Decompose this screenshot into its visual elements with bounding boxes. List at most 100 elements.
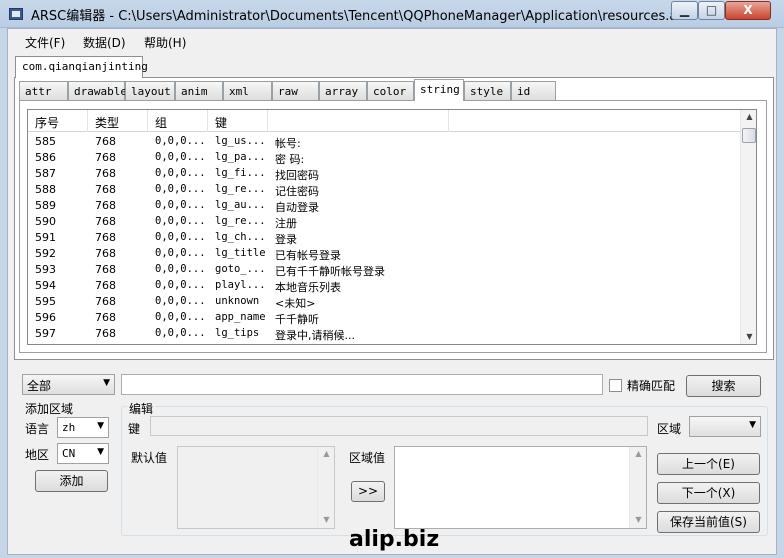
row-type: 768 xyxy=(95,231,116,244)
tab-drawable[interactable]: drawable xyxy=(68,81,127,100)
row-value: 注册 xyxy=(275,217,297,230)
col-value-header xyxy=(268,110,449,132)
tab-id[interactable]: id xyxy=(511,81,556,100)
search-scope-select[interactable]: 全部 ▼ xyxy=(22,374,115,395)
dropdown-arrow-icon: ▼ xyxy=(97,447,104,457)
row-group: 0,0,0... xyxy=(155,247,206,259)
table-row[interactable]: 594 768 0,0,0... playl... 本地音乐列表 xyxy=(28,278,740,294)
row-type: 768 xyxy=(95,199,116,212)
scroll-up-icon[interactable]: ▲ xyxy=(318,447,335,461)
row-value: <未知> xyxy=(275,297,316,310)
dropdown-arrow-icon: ▼ xyxy=(103,378,110,388)
language-select[interactable]: zh ▼ xyxy=(57,417,109,438)
table-row[interactable]: 597 768 0,0,0... lg_tips 登录中,请稍候... xyxy=(28,326,740,342)
add-button[interactable]: 添加 xyxy=(35,470,108,492)
row-value: 密 码: xyxy=(275,153,305,166)
tab-string[interactable]: string xyxy=(414,79,464,101)
close-button[interactable]: X xyxy=(725,1,771,20)
tab-color[interactable]: color xyxy=(367,81,414,100)
row-key: lg_tips xyxy=(215,327,260,339)
tab-package[interactable]: com.qianqianjinting xyxy=(15,56,148,78)
menu-help[interactable]: 帮助(H) xyxy=(144,34,186,51)
tab-array[interactable]: array xyxy=(319,81,367,100)
tab-xml[interactable]: xml xyxy=(223,81,272,100)
table-row[interactable]: 598 768 0,0,0... lg_... 正在进入程序... xyxy=(28,342,740,344)
row-type: 768 xyxy=(95,295,116,308)
add-region-title: 添加区域 xyxy=(25,402,74,416)
table-row[interactable]: 589 768 0,0,0... lg_au... 自动登录 xyxy=(28,198,740,214)
prev-button[interactable]: 上一个(E) xyxy=(657,453,760,475)
scroll-up-icon[interactable]: ▲ xyxy=(630,447,647,461)
key-field[interactable] xyxy=(150,416,648,436)
row-index: 591 xyxy=(35,231,56,244)
row-type: 768 xyxy=(95,151,116,164)
row-type: 768 xyxy=(95,279,116,292)
default-value-scrollbar[interactable]: ▲ ▼ xyxy=(317,447,334,528)
row-type: 768 xyxy=(95,167,116,180)
string-list[interactable]: 序号 类型 组 键 585 768 0,0,0... lg_us... 帐号: 586 76… xyxy=(27,109,757,345)
region-value-scrollbar[interactable]: ▲ ▼ xyxy=(629,447,646,528)
col-group-header[interactable]: 组 xyxy=(148,110,208,132)
row-type: 768 xyxy=(95,135,116,148)
row-type: 768 xyxy=(95,215,116,228)
row-value: 登录中,请稍候... xyxy=(275,329,355,342)
tab-layout[interactable]: layout xyxy=(125,81,175,100)
tab-attr[interactable]: attr xyxy=(19,81,68,100)
row-type: 768 xyxy=(95,247,116,260)
menu-file[interactable]: 文件(F) xyxy=(25,34,65,51)
table-row[interactable]: 586 768 0,0,0... lg_pa... 密 码: xyxy=(28,150,740,166)
row-group: 0,0,0... xyxy=(155,135,206,147)
language-value: zh xyxy=(62,421,76,434)
row-type: 768 xyxy=(95,183,116,196)
tab-raw[interactable]: raw xyxy=(272,81,319,100)
row-key: lg_au... xyxy=(215,199,266,211)
col-key-header[interactable]: 键 xyxy=(208,110,268,132)
row-value: 正在进入程序... xyxy=(275,343,352,344)
watermark-text: alip.biz xyxy=(349,527,440,552)
minimize-button[interactable]: ▁ xyxy=(671,1,698,20)
row-index: 589 xyxy=(35,199,56,212)
window-title: ARSC编辑器 - C:\Users\Administrator\Documen… xyxy=(31,9,697,24)
edit-region-select[interactable]: ▼ xyxy=(689,416,761,437)
row-key: playl... xyxy=(215,279,266,291)
scroll-thumb[interactable] xyxy=(742,128,756,143)
search-button[interactable]: 搜索 xyxy=(686,375,761,397)
scroll-down-icon[interactable]: ▼ xyxy=(630,513,647,527)
table-row[interactable]: 593 768 0,0,0... goto_... 已有千千静听帐号登录 xyxy=(28,262,740,278)
row-group: 0,0,0... xyxy=(155,167,206,179)
row-index: 588 xyxy=(35,183,56,196)
save-button[interactable]: 保存当前值(S) xyxy=(657,511,760,533)
tab-anim[interactable]: anim xyxy=(175,81,223,100)
region-value-field[interactable]: ▲ ▼ xyxy=(394,446,647,529)
row-key: lg_us... xyxy=(215,135,266,147)
tab-style[interactable]: style xyxy=(464,81,511,100)
row-value: 登录 xyxy=(275,233,297,246)
table-row[interactable]: 595 768 0,0,0... unknown <未知> xyxy=(28,294,740,310)
row-group: 0,0,0... xyxy=(155,327,206,339)
scroll-down-icon[interactable]: ▼ xyxy=(318,513,335,527)
list-scrollbar[interactable]: ▲ ▼ xyxy=(740,110,756,344)
table-row[interactable]: 585 768 0,0,0... lg_us... 帐号: xyxy=(28,134,740,150)
maximize-button[interactable]: □ xyxy=(698,1,725,20)
table-row[interactable]: 596 768 0,0,0... app_name 千千静听 xyxy=(28,310,740,326)
row-index: 592 xyxy=(35,247,56,260)
row-key: app_name xyxy=(215,311,266,323)
row-value: 自动登录 xyxy=(275,201,319,214)
col-index-header[interactable]: 序号 xyxy=(28,110,88,132)
table-row[interactable]: 591 768 0,0,0... lg_ch... 登录 xyxy=(28,230,740,246)
menu-data[interactable]: 数据(D) xyxy=(83,34,126,51)
copy-to-region-button[interactable]: >> xyxy=(351,481,385,502)
next-button[interactable]: 下一个(X) xyxy=(657,482,760,504)
row-group: 0,0,0... xyxy=(155,343,206,344)
table-row[interactable]: 587 768 0,0,0... lg_fi... 找回密码 xyxy=(28,166,740,182)
default-value-field[interactable]: ▲ ▼ xyxy=(177,446,335,529)
col-type-header[interactable]: 类型 xyxy=(88,110,148,132)
table-row[interactable]: 588 768 0,0,0... lg_re... 记住密码 xyxy=(28,182,740,198)
region-select[interactable]: CN ▼ xyxy=(57,443,109,464)
table-row[interactable]: 590 768 0,0,0... lg_re... 注册 xyxy=(28,214,740,230)
table-row[interactable]: 592 768 0,0,0... lg_title 已有帐号登录 xyxy=(28,246,740,262)
scroll-down-icon[interactable]: ▼ xyxy=(741,330,756,344)
scroll-up-icon[interactable]: ▲ xyxy=(741,110,756,124)
search-input[interactable] xyxy=(121,374,603,395)
exact-match-checkbox[interactable] xyxy=(609,379,622,392)
